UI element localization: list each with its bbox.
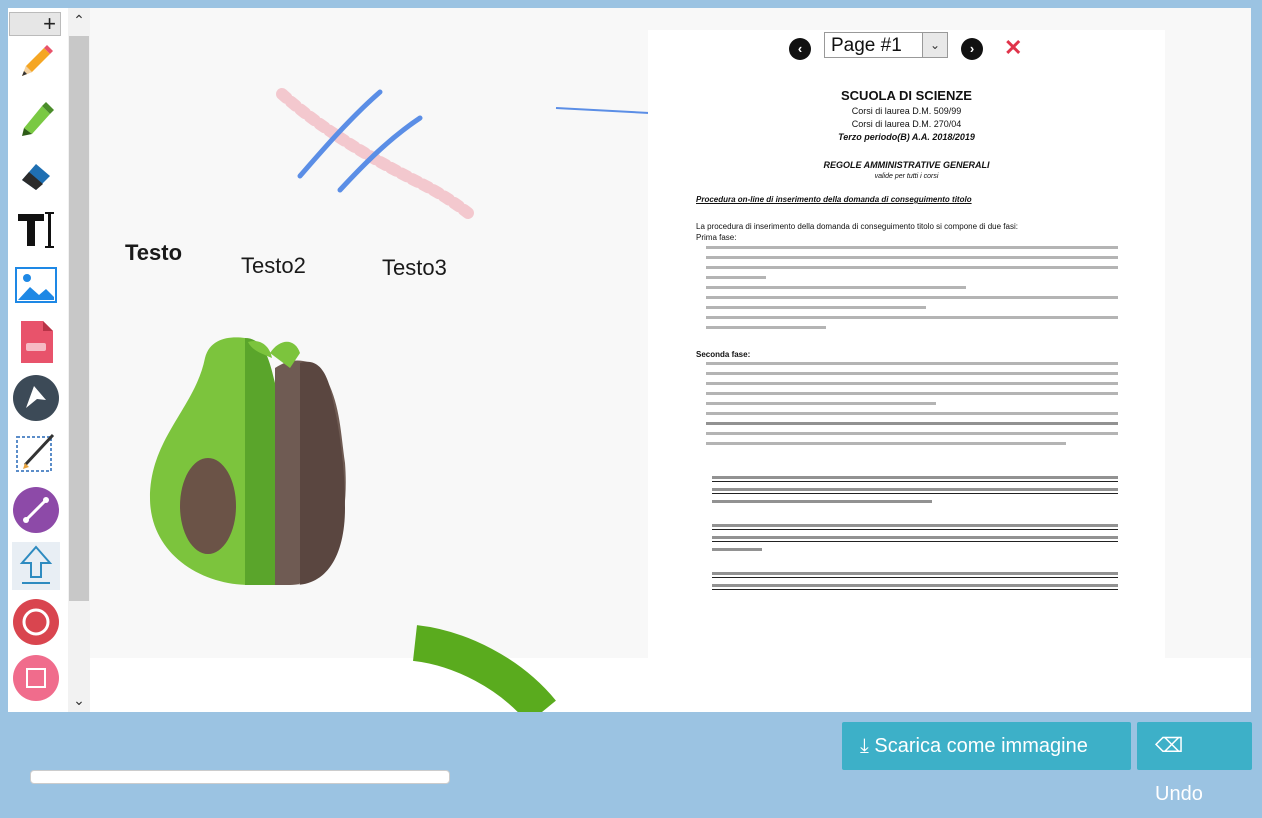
chevron-down-icon[interactable]: ⌄ [68, 690, 90, 710]
arrow-up-icon [19, 545, 53, 584]
drawing-canvas[interactable]: Testo Testo2 Testo3 ‹ Page #1 ⌄ › ✕ SCUO… [90, 8, 1251, 712]
pdf-document: ‹ Page #1 ⌄ › ✕ SCUOLA DI SCIENZE Corsi … [648, 30, 1165, 658]
image-icon [15, 267, 57, 303]
undo-button[interactable]: ⌫ Undo [1137, 722, 1252, 805]
pdf-icon [21, 321, 53, 363]
chevron-down-icon[interactable]: ⌄ [922, 33, 947, 57]
doc-title: SCUOLA DI SCIENZE [841, 88, 972, 103]
arrow-tool[interactable] [12, 542, 60, 590]
drawing-app-window: + ⌃ ⌄ Testo Testo2 Testo3 ‹ Page #1 ⌄ › … [8, 8, 1251, 712]
pdf-tool[interactable] [12, 318, 60, 366]
tool-palette: + [8, 8, 70, 712]
doc-intro: La procedura di inserimento della domand… [696, 222, 1018, 231]
text-icon [18, 212, 54, 248]
chevron-up-icon[interactable]: ⌃ [68, 10, 90, 30]
prev-page-button[interactable]: ‹ [789, 38, 811, 60]
line-tool[interactable] [12, 486, 60, 534]
next-page-button[interactable]: › [961, 38, 983, 60]
eraser-tool[interactable] [12, 150, 60, 198]
pointer-icon [13, 375, 59, 421]
highlighter-tool[interactable] [12, 94, 60, 142]
download-icon: ⤓ [860, 735, 869, 757]
eraser-icon: ⌫ [1155, 735, 1184, 757]
doc-phase-2: Seconda fase: [696, 350, 751, 359]
doc-subtitle-3: Terzo periodo(B) A.A. 2018/2019 [838, 132, 975, 142]
download-label: Scarica come immagine [874, 735, 1088, 757]
rectangle-tool[interactable] [12, 654, 60, 702]
bottom-input-field[interactable] [30, 770, 450, 784]
canvas-text-1[interactable]: Testo [125, 240, 182, 266]
download-image-button[interactable]: ⤓ Scarica come immagine [842, 722, 1131, 770]
doc-rules-title: REGOLE AMMINISTRATIVE GENERALI [823, 160, 990, 170]
page-select[interactable]: Page #1 ⌄ [824, 32, 948, 58]
canvas-text-3[interactable]: Testo3 [382, 255, 447, 281]
doc-subtitle-1: Corsi di laurea D.M. 509/99 [851, 106, 962, 116]
doc-phase-1: Prima fase: [696, 233, 737, 242]
circle-tool[interactable] [12, 598, 60, 646]
doc-rules-subtitle: valide per tutti i corsi [874, 173, 939, 180]
pencil-icon [22, 45, 53, 76]
toolbar-scrollbar[interactable]: ⌃ ⌄ [68, 8, 90, 712]
add-tool-button[interactable]: + [9, 12, 61, 36]
scrollbar-thumb[interactable] [69, 36, 89, 601]
image-tool[interactable] [12, 262, 60, 310]
circle-icon [13, 599, 59, 645]
page-select-value: Page #1 [831, 35, 902, 56]
highlighter-icon [22, 102, 54, 136]
doc-procedure-heading: Procedura on-line di inserimento della d… [696, 195, 972, 204]
plus-icon: + [43, 11, 56, 36]
pointer-tool[interactable] [12, 374, 60, 422]
undo-label: Undo [1155, 783, 1203, 805]
sketch-icon [16, 433, 55, 472]
sketch-tool[interactable] [12, 430, 60, 478]
doc-subtitle-2: Corsi di laurea D.M. 270/04 [851, 119, 962, 129]
canvas-text-2[interactable]: Testo2 [241, 253, 306, 279]
page-navigator: ‹ Page #1 ⌄ › ✕ [648, 30, 1165, 70]
pencil-tool[interactable] [12, 38, 60, 86]
line-icon [13, 487, 59, 533]
text-tool[interactable] [12, 206, 60, 254]
eraser-icon [22, 164, 50, 190]
close-icon[interactable]: ✕ [1004, 35, 1022, 61]
rectangle-icon [13, 655, 59, 701]
